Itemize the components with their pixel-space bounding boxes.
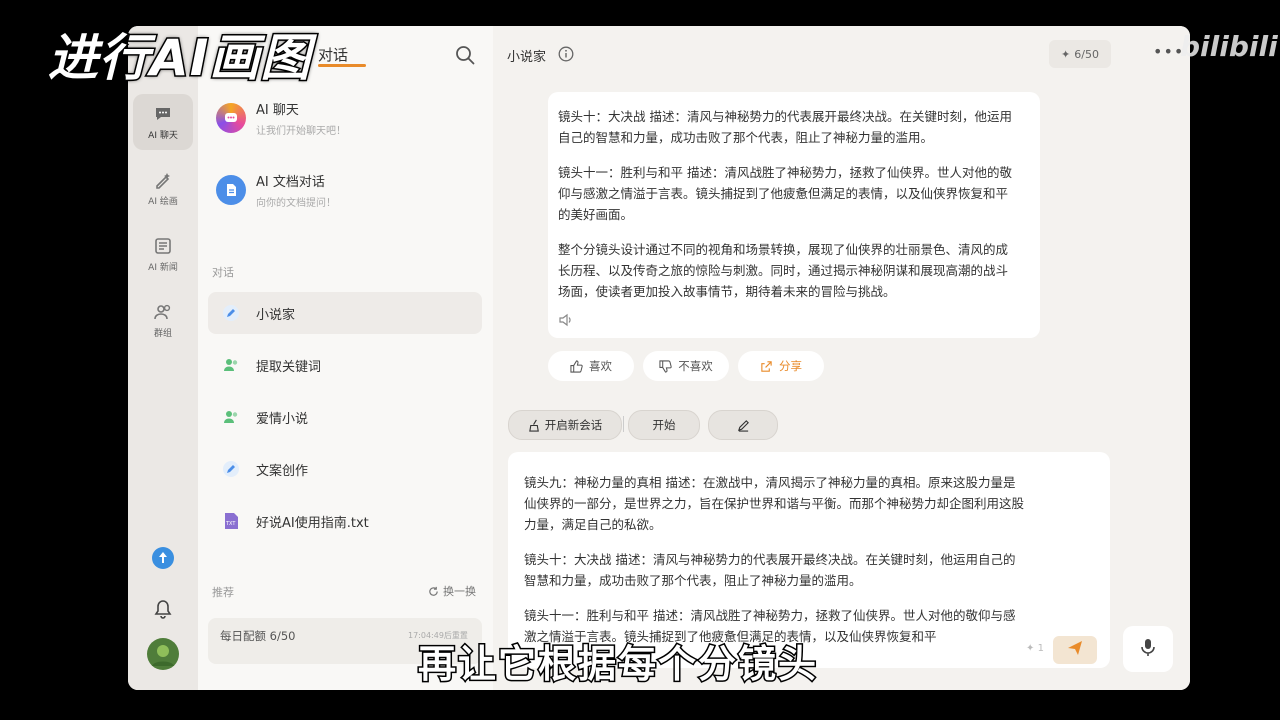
svg-text:TXT: TXT: [225, 521, 236, 527]
section-label-recommend: 推荐: [212, 586, 234, 599]
refresh-button[interactable]: 换一换: [428, 583, 476, 599]
rail-label: AI 绘画: [148, 196, 178, 207]
speaker-icon[interactable]: [558, 312, 574, 334]
dislike-label: 不喜欢: [678, 359, 713, 373]
conversation-item-novelist[interactable]: 小说家: [208, 292, 482, 334]
users-icon: [222, 356, 240, 374]
thumb-up-icon: [570, 359, 583, 373]
panel-title: 对话: [318, 46, 349, 64]
start-label: 开始: [652, 418, 676, 432]
upload-icon: [151, 546, 175, 574]
token-counter: ✦ 1: [1026, 638, 1044, 659]
rail-label: AI 聊天: [148, 130, 178, 141]
message-paragraph: 镜头十：大决战 描述：清风与神秘势力的代表展开最终决战。在关键时刻，他运用自己的…: [558, 109, 1012, 145]
conversation-panel: 对话 AI 聊天 让我们开始聊天吧！ AI 文档对话 向你的文档提问！ 对话 小…: [198, 26, 494, 690]
chip-divider: [623, 416, 624, 432]
microphone-icon: [1139, 637, 1157, 661]
edit-icon: [737, 419, 750, 432]
rail-item-ai-paint[interactable]: AI 绘画: [133, 160, 193, 216]
chat-icon: [153, 104, 173, 124]
share-label: 分享: [779, 359, 802, 373]
app-window: AI 聊天 AI 绘画 AI 新闻 群组 对话 AI 聊天 让我们开始聊天吧！ …: [128, 26, 1190, 690]
rail-item-group[interactable]: 群组: [133, 292, 193, 348]
broom-icon: [528, 419, 541, 432]
search-icon: [454, 46, 476, 70]
chat-bubble-icon: [216, 103, 246, 133]
conversation-item-keywords[interactable]: 提取关键词: [208, 344, 482, 386]
assistant-message: 镜头十：大决战 描述：清风与神秘势力的代表展开最终决战。在关键时刻，他运用自己的…: [548, 92, 1040, 338]
input-paragraph: 镜头十：大决战 描述：清风与神秘势力的代表展开最终决战。在关键时刻，他运用自己的…: [524, 552, 1016, 588]
feature-title: AI 聊天: [256, 103, 299, 118]
user-avatar-button[interactable]: [128, 638, 198, 674]
share-icon: [760, 360, 773, 373]
feature-desc: 向你的文档提问！: [256, 198, 336, 209]
avatar: [147, 638, 179, 674]
news-icon: [153, 236, 173, 256]
message-paragraph: 整个分镜头设计通过不同的视角和场景转换，展现了仙侠界的壮丽景色、清风的成长历程、…: [558, 242, 1009, 299]
notification-button[interactable]: [128, 598, 198, 624]
bell-icon: [152, 598, 174, 624]
start-button[interactable]: 开始: [628, 410, 700, 440]
video-subtitle: 再让它根据每个分镜头: [416, 641, 819, 688]
conversation-item-romance[interactable]: 爱情小说: [208, 396, 482, 438]
search-button[interactable]: [454, 44, 476, 66]
microphone-button[interactable]: [1123, 626, 1173, 672]
quota-label: 每日配额 6/50: [220, 629, 296, 643]
info-icon[interactable]: [558, 46, 574, 66]
pen-icon: [222, 304, 240, 322]
feature-title: AI 文档对话: [256, 175, 325, 190]
rail-item-ai-chat[interactable]: AI 聊天: [133, 94, 193, 150]
conversation-label: 文案创作: [256, 463, 309, 479]
conversation-item-copywriting[interactable]: 文案创作: [208, 448, 482, 490]
rail-item-ai-news[interactable]: AI 新闻: [133, 226, 193, 282]
video-overlay-title: 进行AI画图: [46, 28, 312, 89]
bilibili-watermark: bilibili: [1180, 30, 1278, 63]
new-session-button[interactable]: 开启新会话: [508, 410, 622, 440]
conversation-item-guide-txt[interactable]: TXT 好说AI使用指南.txt: [208, 500, 482, 542]
conversation-label: 爱情小说: [256, 411, 309, 427]
document-icon: [216, 175, 246, 205]
pen-icon: [222, 460, 240, 478]
refresh-icon: [428, 586, 439, 597]
sparkle-icon: ✦: [1061, 47, 1071, 61]
send-icon: [1066, 639, 1084, 661]
group-icon: [153, 302, 173, 322]
chat-main: 小说家 ✦ 6/50 ••• 镜头十：大决战 描述：清风与神秘势力的代表展开最终…: [493, 26, 1190, 690]
edit-button[interactable]: [708, 410, 778, 440]
conversation-label: 提取关键词: [256, 359, 322, 375]
users-icon: [222, 408, 240, 426]
refresh-label: 换一换: [443, 585, 476, 598]
message-paragraph: 镜头十一：胜利与和平 描述：清风战胜了神秘势力，拯救了仙侠界。世人对他的敬仰与感…: [558, 165, 1012, 222]
quota-pill[interactable]: ✦ 6/50: [1049, 40, 1111, 68]
sparkle-icon: ✦: [1026, 643, 1035, 654]
rail-label: AI 新闻: [148, 262, 178, 273]
feature-desc: 让我们开始聊天吧！: [256, 126, 346, 137]
dislike-button[interactable]: 不喜欢: [643, 351, 729, 381]
panel-title-underline: [318, 64, 366, 67]
conversation-label: 好说AI使用指南.txt: [256, 515, 369, 531]
like-button[interactable]: 喜欢: [548, 351, 634, 381]
section-label-conversations: 对话: [212, 266, 234, 279]
thumb-down-icon: [659, 359, 672, 373]
upload-button[interactable]: [128, 546, 198, 574]
quota-pill-value: 6/50: [1074, 47, 1099, 61]
token-counter-value: 1: [1037, 643, 1044, 654]
txt-file-icon: TXT: [222, 512, 240, 530]
rail-label: 群组: [153, 328, 172, 339]
send-button[interactable]: [1053, 636, 1097, 664]
like-label: 喜欢: [589, 359, 612, 373]
conversation-label: 小说家: [256, 307, 296, 323]
chat-title: 小说家: [507, 50, 547, 65]
feature-ai-chat[interactable]: AI 聊天 让我们开始聊天吧！: [216, 94, 346, 142]
input-paragraph: 镜头九：神秘力量的真相 描述：在激战中，清风揭示了神秘力量的真相。原来这股力量是…: [524, 475, 1025, 532]
icon-rail: AI 聊天 AI 绘画 AI 新闻 群组: [128, 26, 198, 690]
paint-icon: [153, 170, 173, 190]
feature-ai-doc-chat[interactable]: AI 文档对话 向你的文档提问！: [216, 166, 336, 214]
new-session-label: 开启新会话: [544, 418, 603, 432]
share-button[interactable]: 分享: [738, 351, 824, 381]
